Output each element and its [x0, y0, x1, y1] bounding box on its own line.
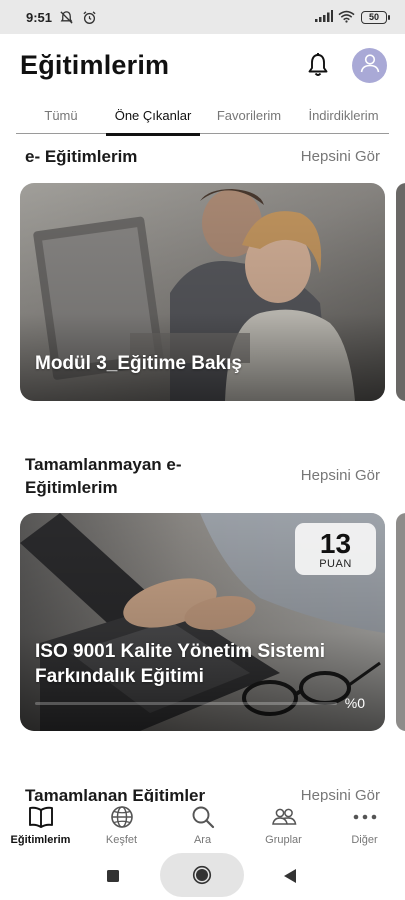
battery-indicator: 50	[361, 10, 390, 24]
more-icon	[351, 804, 379, 830]
section-title: Tamamlanmayan e-Eğitimlerim	[25, 455, 182, 497]
tab-featured[interactable]: Öne Çıkanlar	[106, 97, 200, 136]
progress-bar	[35, 701, 337, 705]
nav-item-groups[interactable]: Gruplar	[243, 802, 324, 852]
points-badge: 13 PUAN	[295, 523, 376, 575]
points-label: PUAN	[319, 557, 352, 570]
nav-item-more[interactable]: Diğer	[324, 802, 405, 852]
globe-icon	[108, 804, 136, 830]
alarm-icon	[82, 10, 98, 24]
filter-tabs: Tümü Öne Çıkanlar Favorilerim İndirdikle…	[16, 97, 389, 136]
search-icon	[189, 804, 217, 830]
status-bar: 9:51 50	[0, 0, 405, 34]
tab-all[interactable]: Tümü	[16, 97, 106, 134]
nav-label: Diğer	[351, 834, 378, 846]
nav-item-search[interactable]: Ara	[162, 802, 243, 852]
wifi-icon	[338, 10, 355, 24]
course-progress: %0	[35, 695, 365, 711]
course-title: Modül 3_Eğitime Bakış	[35, 353, 242, 374]
nav-label: Keşfet	[105, 834, 138, 846]
nav-label: Eğitimlerim	[10, 834, 71, 846]
nav-label: Gruplar	[265, 834, 302, 846]
book-icon	[27, 804, 55, 830]
mute-notifications-icon	[59, 10, 75, 24]
progress-percent: %0	[344, 695, 365, 711]
status-time: 9:51	[26, 9, 53, 25]
course-card[interactable]: Modül 3_Eğitime Bakış	[20, 183, 385, 401]
next-card-peek[interactable]	[396, 513, 405, 731]
bell-icon[interactable]	[304, 51, 332, 79]
points-value: 13	[319, 527, 352, 559]
recent-apps-button[interactable]	[106, 869, 120, 883]
see-all-link[interactable]: Hepsini Gör	[301, 464, 380, 487]
elearning-section-header: e- Eğitimlerim Hepsini Gör	[25, 145, 380, 168]
bottom-navigation: Eğitimlerim Keşfet Ara Gruplar Diğer	[0, 802, 405, 852]
nav-item-my-trainings[interactable]: Eğitimlerim	[0, 802, 81, 852]
tab-favorites[interactable]: Favorilerim	[200, 97, 298, 134]
back-button[interactable]	[283, 868, 297, 884]
user-avatar-icon	[358, 51, 382, 80]
page-title: Eğitimlerim	[20, 49, 170, 80]
nav-label: Ara	[193, 834, 212, 846]
group-icon	[270, 804, 298, 830]
system-navigation-bar	[0, 852, 405, 900]
course-title: ISO 9001 Kalite Yönetim Sistemi Farkında…	[35, 641, 326, 687]
app-header: Eğitimlerim	[0, 34, 405, 96]
next-card-peek[interactable]	[396, 183, 405, 401]
course-card[interactable]: 13 PUAN ISO 9001 Kalite Yönetim Sistemi …	[20, 513, 385, 731]
nav-item-discover[interactable]: Keşfet	[81, 802, 162, 852]
signal-icon	[315, 10, 333, 24]
tab-downloads[interactable]: İndirdiklerim	[298, 97, 389, 134]
section-title: e- Eğitimlerim	[25, 147, 138, 166]
see-all-link[interactable]: Hepsini Gör	[301, 145, 380, 168]
incomplete-section-header: Tamamlanmayan e-Eğitimlerim Hepsini Gör	[25, 453, 380, 499]
avatar[interactable]	[352, 47, 387, 83]
home-button[interactable]	[160, 853, 244, 897]
